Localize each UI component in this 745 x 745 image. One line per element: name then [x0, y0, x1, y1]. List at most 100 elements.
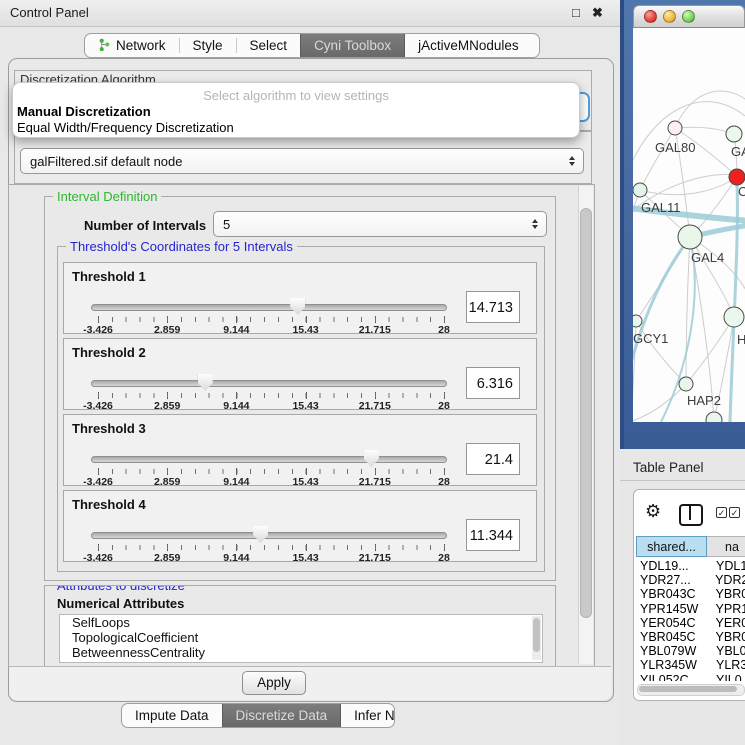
cell-name: YDL1: [712, 559, 745, 573]
tick-label: 9.144: [206, 400, 266, 412]
table-row[interactable]: YBR045CYBR0: [636, 630, 745, 644]
tick-label: 28: [414, 324, 474, 336]
threshold-value-field[interactable]: 14.713: [466, 291, 520, 323]
tick-label: -3.426: [68, 476, 128, 488]
network-node[interactable]: [679, 377, 693, 391]
cell-shared-name: YPR145W: [636, 602, 712, 616]
network-node[interactable]: [678, 225, 702, 249]
tick-label: 9.144: [206, 476, 266, 488]
list-scrollbar[interactable]: [532, 616, 541, 660]
table-row[interactable]: YLR345WYLR3: [636, 658, 745, 672]
columns-icon[interactable]: [679, 504, 703, 526]
tab-discretize-data[interactable]: Discretize Data: [222, 704, 342, 727]
node-label: GA: [731, 144, 745, 159]
slider-thumb[interactable]: [364, 450, 379, 467]
tab-jactivemnodules[interactable]: jActiveMNodules: [405, 34, 532, 57]
column-header-name[interactable]: na: [707, 536, 745, 557]
slider-track[interactable]: [91, 304, 447, 311]
slider-track[interactable]: [91, 380, 447, 387]
tab-style[interactable]: Style: [180, 34, 236, 57]
list-scrollbar-thumb[interactable]: [533, 618, 540, 652]
network-graph[interactable]: GAL80GACGAL11GAL4GCY1HHAP2: [633, 28, 745, 422]
checkbox-icon[interactable]: ✓: [729, 507, 740, 518]
dropdown-option-equal-width[interactable]: Equal Width/Frequency Discretization: [17, 120, 234, 135]
mac-close-button[interactable]: [644, 10, 657, 23]
slider-thumb[interactable]: [198, 374, 213, 391]
tab-select[interactable]: Select: [237, 34, 301, 57]
checkbox-icon[interactable]: ✓: [716, 507, 727, 518]
tick-label: 21.715: [345, 400, 405, 412]
tick-label: 9.144: [206, 324, 266, 336]
tick-label: 28: [414, 552, 474, 564]
number-of-intervals-combobox[interactable]: 5: [213, 211, 547, 237]
checkbox-icons[interactable]: ✓ ✓: [716, 507, 740, 518]
table-row[interactable]: YDL19...YDL1: [636, 559, 745, 573]
threshold-value-field[interactable]: 6.316: [466, 367, 520, 399]
slider-thumb[interactable]: [290, 298, 305, 315]
cell-name: YBR0: [712, 630, 745, 644]
threshold-slider[interactable]: -3.4262.8599.14415.4321.71528: [91, 449, 447, 485]
table-rows[interactable]: YDL19...YDL1YDR27...YDR2YBR043CYBR0YPR14…: [636, 559, 745, 681]
panel-title: Control Panel: [10, 5, 89, 20]
tab-infer-network[interactable]: Infer Network: [341, 704, 395, 727]
threshold-label: Threshold 3: [72, 421, 146, 436]
combo-spinner-icon: [524, 219, 546, 229]
network-node[interactable]: [633, 315, 642, 327]
list-item[interactable]: TopologicalCoefficient: [60, 630, 542, 645]
table-row[interactable]: YDR27...YDR2: [636, 573, 745, 587]
tick-label: 21.715: [345, 476, 405, 488]
tick-label: 28: [414, 476, 474, 488]
network-canvas[interactable]: GAL80GACGAL11GAL4GCY1HHAP2: [633, 28, 745, 422]
table-row[interactable]: YER054CYER0: [636, 616, 745, 630]
table-data-combobox[interactable]: galFiltered.sif default node: [20, 148, 584, 174]
threshold-value-field[interactable]: 21.4: [466, 443, 520, 475]
combo-spinner-icon: [561, 156, 583, 166]
tick-label: 21.715: [345, 552, 405, 564]
node-label: GAL4: [691, 250, 724, 265]
horizontal-scrollbar-thumb[interactable]: [639, 686, 737, 692]
table-row[interactable]: YBR043CYBR0: [636, 587, 745, 601]
network-node[interactable]: [726, 126, 742, 142]
threshold-slider[interactable]: -3.4262.8599.14415.4321.71528: [91, 373, 447, 409]
network-node[interactable]: [729, 169, 745, 185]
network-node[interactable]: [668, 121, 682, 135]
network-node[interactable]: [706, 412, 722, 422]
mac-zoom-button[interactable]: [682, 10, 695, 23]
numerical-attributes-list[interactable]: SelfLoopsTopologicalCoefficientBetweenne…: [59, 614, 543, 663]
threshold-value-field[interactable]: 11.344: [466, 519, 520, 551]
mac-minimize-button[interactable]: [663, 10, 676, 23]
cell-shared-name: YLR345W: [636, 658, 712, 672]
horizontal-scrollbar[interactable]: [637, 684, 745, 696]
threshold-slider[interactable]: -3.4262.8599.14415.4321.71528: [91, 525, 447, 561]
threshold-slider[interactable]: -3.4262.8599.14415.4321.71528: [91, 297, 447, 333]
list-item[interactable]: SelfLoops: [60, 615, 542, 630]
slider-thumb[interactable]: [253, 526, 268, 543]
dropdown-option-manual[interactable]: Manual Discretization: [17, 104, 151, 119]
tab-network[interactable]: Network: [85, 34, 179, 57]
column-header-shared-name[interactable]: shared...: [636, 536, 707, 557]
network-node[interactable]: [633, 183, 647, 197]
float-window-icon[interactable]: □: [572, 5, 580, 20]
table-row[interactable]: YBL079WYBL0: [636, 644, 745, 658]
apply-button[interactable]: Apply: [242, 671, 306, 695]
cell-name: YER0: [712, 616, 745, 630]
vertical-scrollbar-thumb[interactable]: [580, 208, 592, 618]
table-row[interactable]: YPR145WYPR1: [636, 602, 745, 616]
network-window-titlebar[interactable]: [633, 5, 745, 28]
list-item[interactable]: BetweennessCentrality: [60, 645, 542, 660]
table-row[interactable]: YIL052CYIL0: [636, 673, 745, 682]
tick-label: 15.43: [276, 552, 336, 564]
cell-name: YLR3: [712, 658, 745, 672]
gear-icon[interactable]: ⚙: [645, 501, 661, 522]
node-label: C: [738, 184, 745, 199]
tab-cyni-toolbox[interactable]: Cyni Toolbox: [300, 34, 405, 57]
tab-impute-data[interactable]: Impute Data: [122, 704, 222, 727]
attributes-title: Attributes to discretize: [53, 585, 189, 593]
node-label: GAL80: [655, 140, 695, 155]
numerical-attributes-label: Numerical Attributes: [57, 596, 184, 611]
cell-shared-name: YER054C: [636, 616, 712, 630]
network-node[interactable]: [724, 307, 744, 327]
close-icon[interactable]: ✖: [592, 5, 603, 21]
slider-track[interactable]: [91, 532, 447, 539]
slider-track[interactable]: [91, 456, 447, 463]
